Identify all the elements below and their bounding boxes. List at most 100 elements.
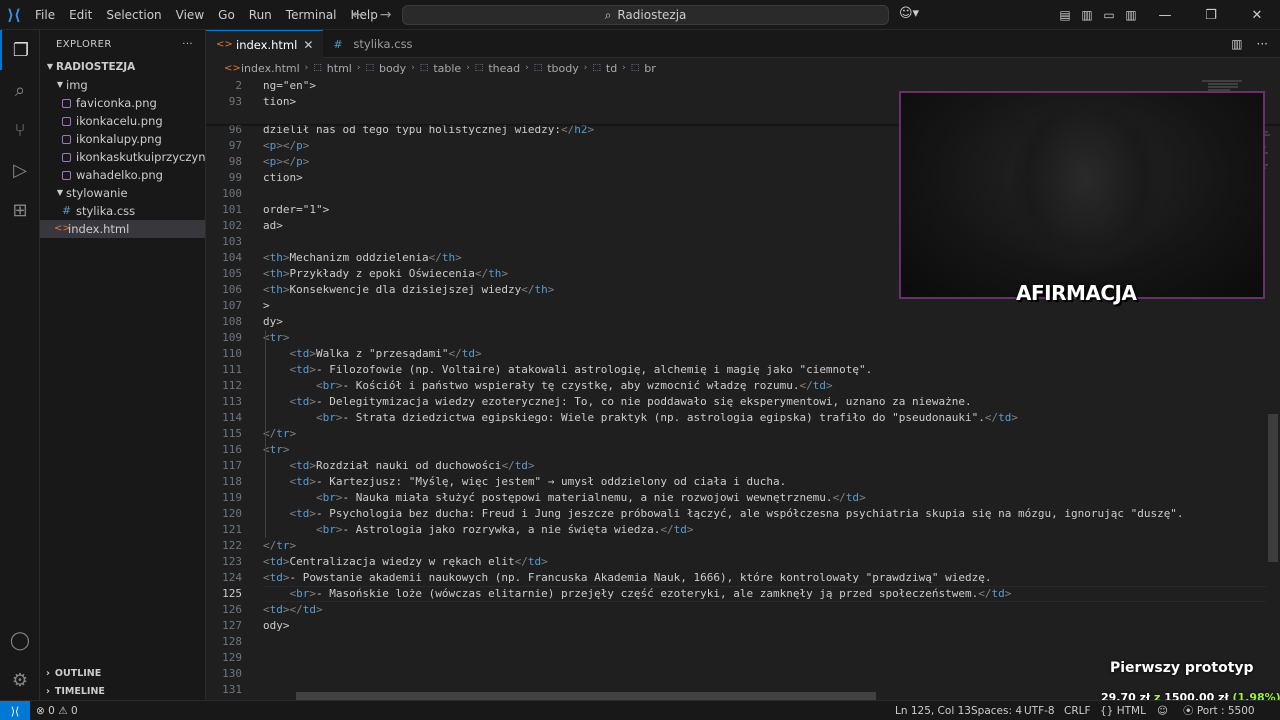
extensions-icon[interactable]: ⊞ <box>0 190 40 230</box>
command-center[interactable]: ⌕ Radiostezja <box>402 5 889 25</box>
breadcrumb-item[interactable]: body <box>379 62 406 75</box>
code-line[interactable]: 122 </tr> <box>206 538 1266 554</box>
menu-file[interactable]: File <box>28 0 62 30</box>
code-line[interactable]: 119 <br>- Nauka miała służyć postępowi m… <box>206 490 1266 506</box>
tree-folder-stylowanie[interactable]: ▼ stylowanie <box>40 184 205 202</box>
back-arrow-icon[interactable]: ← <box>352 7 364 23</box>
tree-file[interactable]: ikonkaskutkuiprzyczyny.p... <box>40 148 205 166</box>
code-text: <br>- Masońskie loże (wówczas elitarnie)… <box>289 587 1012 600</box>
search-view-icon[interactable]: ⌕ <box>0 70 40 110</box>
close-icon[interactable]: ✕ <box>303 38 313 52</box>
code-line[interactable]: 114 <br>- Strata dziedzictwa egipskiego:… <box>206 410 1266 426</box>
code-line[interactable]: 111 <td>- Filozofowie (np. Voltaire) ata… <box>206 362 1266 378</box>
minimap-line <box>1208 83 1238 85</box>
timeline-section[interactable]: › TIMELINE <box>40 683 205 700</box>
explorer-icon[interactable]: ❐ <box>0 30 40 70</box>
code-line[interactable]: 123 <td>Centralizacja wiedzy w rękach eli… <box>206 554 1266 570</box>
horizontal-scrollbar[interactable] <box>296 692 876 700</box>
copilot-icon[interactable]: ☺▾ <box>899 6 925 24</box>
toggle-panel-icon[interactable]: ▭ <box>1098 0 1120 30</box>
vertical-scrollbar[interactable] <box>1268 414 1278 562</box>
customize-layout-icon[interactable]: ▤ <box>1054 0 1076 30</box>
line-number: 101 <box>222 203 242 216</box>
code-text: > <box>263 299 270 312</box>
breadcrumb-item[interactable]: index.html <box>241 62 300 75</box>
line-number: 109 <box>222 331 242 344</box>
css-file-icon: # <box>62 204 72 217</box>
code-line[interactable]: 129 <box>206 650 1266 666</box>
tree-folder-img[interactable]: ▼ img <box>40 76 205 94</box>
breadcrumb-item[interactable]: br <box>644 62 656 75</box>
more-actions-icon[interactable]: ··· <box>182 39 193 50</box>
breadcrumb-item[interactable]: html <box>327 62 352 75</box>
run-debug-icon[interactable]: ▷ <box>0 150 40 190</box>
encoding[interactable]: UTF-8 <box>1024 701 1055 720</box>
account-icon[interactable]: ◯ <box>0 620 40 660</box>
html-file-icon: <> <box>224 62 241 74</box>
tab-label: stylika.css <box>353 37 413 51</box>
line-number: 113 <box>222 395 242 408</box>
menu-selection[interactable]: Selection <box>99 0 168 30</box>
webcam-label: AFIRMACJA <box>1016 281 1137 305</box>
menu-terminal[interactable]: Terminal <box>279 0 344 30</box>
tree-file[interactable]: ikonkalupy.png <box>40 130 205 148</box>
remote-window-icon[interactable]: ⟩⟨ <box>0 701 30 720</box>
source-control-icon[interactable]: ⑂ <box>0 110 40 150</box>
explorer-header: EXPLORER ··· <box>40 30 205 58</box>
close-window-icon[interactable]: ✕ <box>1234 0 1280 30</box>
breadcrumb-item[interactable]: table <box>433 62 461 75</box>
toggle-secondary-sidebar-icon[interactable]: ▥ <box>1120 0 1142 30</box>
menu-view[interactable]: View <box>169 0 211 30</box>
code-line[interactable]: 120 <td>- Psychologia bez ducha: Freud i… <box>206 506 1266 522</box>
menu-go[interactable]: Go <box>211 0 242 30</box>
menu-run[interactable]: Run <box>242 0 279 30</box>
code-line[interactable]: 127 ody> <box>206 618 1266 634</box>
code-line[interactable]: 108 dy> <box>206 314 1266 330</box>
language-mode[interactable]: {} HTML <box>1100 701 1146 720</box>
code-line[interactable]: 113 <td>- Delegitymizacja wiedzy ezotery… <box>206 394 1266 410</box>
breadcrumb-item[interactable]: td <box>606 62 617 75</box>
forward-arrow-icon[interactable]: → <box>380 7 392 23</box>
cursor-position[interactable]: Ln 125, Col 13 <box>895 701 971 720</box>
breadcrumb-item[interactable]: tbody <box>547 62 579 75</box>
breadcrumb-item[interactable]: thead <box>488 62 520 75</box>
tab-actions: ▥ ··· <box>1231 30 1268 58</box>
copilot-status-icon[interactable]: ☺ <box>1157 701 1168 720</box>
line-number: 2 <box>235 79 242 92</box>
tree-file[interactable]: ikonkacelu.png <box>40 112 205 130</box>
code-line[interactable]: 130 <box>206 666 1266 682</box>
code-line[interactable]: 118 <td>- Kartezjusz: "Myślę, więc jeste… <box>206 474 1266 490</box>
code-line[interactable]: 126 <td></td> <box>206 602 1266 618</box>
code-line[interactable]: 116 <tr> <box>206 442 1266 458</box>
tree-file-css[interactable]: # stylika.css <box>40 202 205 220</box>
tab-stylika-css[interactable]: # stylika.css <box>323 30 422 58</box>
code-line[interactable]: 117 <td>Rozdział nauki od duchowości</td… <box>206 458 1266 474</box>
code-line[interactable]: 109 <tr> <box>206 330 1266 346</box>
indentation[interactable]: Spaces: 4 <box>971 701 1022 720</box>
tree-file[interactable]: faviconka.png <box>40 94 205 112</box>
code-line[interactable]: 124 <td>- Powstanie akademii naukowych (n… <box>206 570 1266 586</box>
restore-icon[interactable]: ❐ <box>1188 0 1234 30</box>
problems-indicator[interactable]: ⊗ 0 ⚠ 0 <box>36 701 78 720</box>
split-editor-icon[interactable]: ▥ <box>1231 37 1242 51</box>
tree-root-folder[interactable]: ▼ RADIOSTEZJA <box>40 58 205 76</box>
tree-file[interactable]: wahadelko.png <box>40 166 205 184</box>
code-line[interactable]: 115 </tr> <box>206 426 1266 442</box>
more-actions-icon[interactable]: ··· <box>1257 37 1268 51</box>
tab-index-html[interactable]: <> index.html ✕ <box>206 30 324 58</box>
code-line[interactable]: 121 <br>- Astrologia jako rozrywka, a ni… <box>206 522 1266 538</box>
line-number: 125 <box>222 587 242 600</box>
code-line[interactable]: 125 <br>- Masońskie loże (wówczas elitar… <box>206 586 1266 602</box>
end-of-line[interactable]: CRLF <box>1064 701 1091 720</box>
outline-section[interactable]: › OUTLINE <box>40 665 205 683</box>
code-line[interactable]: 128 <box>206 634 1266 650</box>
code-line[interactable]: 110 <td>Walka z "przesądami"</td> <box>206 346 1266 362</box>
code-line[interactable]: 112 <br>- Kościół i państwo wspierały tę… <box>206 378 1266 394</box>
minimize-icon[interactable]: — <box>1142 0 1188 30</box>
toggle-sidebar-icon[interactable]: ▥ <box>1076 0 1098 30</box>
status-bar: ⟩⟨ ⊗ 0 ⚠ 0 Ln 125, Col 13 Spaces: 4 UTF-… <box>0 700 1280 720</box>
tree-file-html[interactable]: <> index.html <box>40 220 205 238</box>
menu-edit[interactable]: Edit <box>62 0 99 30</box>
live-server-port[interactable]: ⦿ Port : 5500 <box>1183 701 1255 720</box>
settings-gear-icon[interactable]: ⚙ <box>0 660 40 700</box>
